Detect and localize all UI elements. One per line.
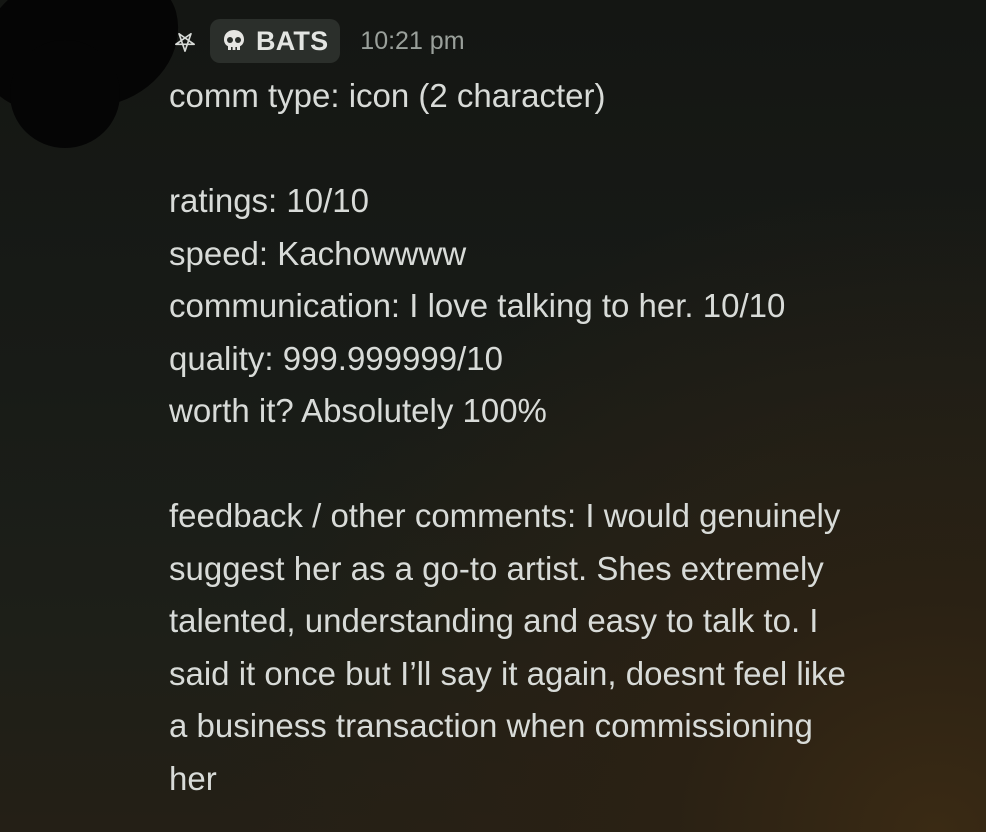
feedback-line: her — [169, 759, 217, 797]
skull-icon — [224, 30, 244, 50]
comm-type-line: comm type: icon (2 character) — [169, 77, 606, 114]
pentagram-icon — [175, 32, 195, 52]
speed-line: speed: Kachowwww — [169, 234, 467, 272]
message-content: comm type: icon (2 character) ratings: 1… — [169, 70, 969, 805]
ratings-line: ratings: 10/10 — [169, 182, 369, 219]
server-tag-label: BATS — [256, 25, 329, 56]
quality-line: quality: 999.999999/10 — [169, 339, 503, 377]
message-header: BATS 10:21 pm — [174, 18, 465, 64]
feedback-line: suggest her as a go-to artist. Shes extr… — [169, 549, 824, 587]
feedback-line: said it once but I’ll say it again, does… — [169, 654, 846, 692]
feedback-line: a business transaction when commissionin… — [169, 707, 813, 744]
message-timestamp[interactable]: 10:21 pm — [360, 27, 464, 56]
server-tag[interactable]: BATS — [210, 19, 341, 63]
feedback-line: feedback / other comments: I would genui… — [169, 497, 841, 534]
redacted-avatar-lower — [10, 40, 120, 148]
communication-line: communication: I love talking to her. 10… — [169, 287, 786, 324]
feedback-line: talented, understanding and easy to talk… — [169, 602, 819, 639]
worth-it-line: worth it? Absolutely 100% — [169, 392, 547, 429]
